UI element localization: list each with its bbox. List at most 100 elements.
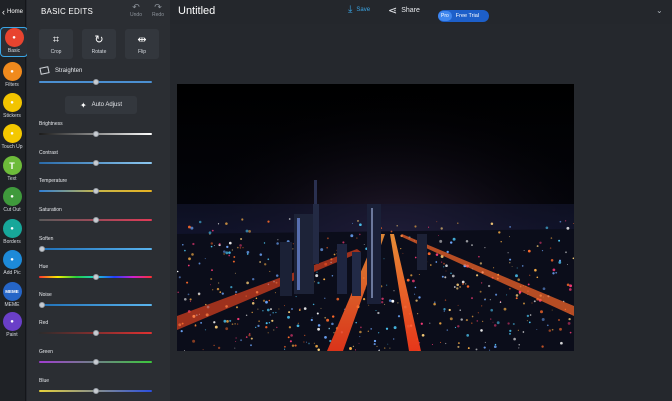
- contrast-label: Contrast: [39, 150, 58, 156]
- share-button[interactable]: ⋖ Share: [388, 4, 420, 17]
- blue-slider-thumb[interactable]: [92, 388, 99, 394]
- green-label: Green: [39, 349, 53, 355]
- flip-button[interactable]: ⇹ Flip: [125, 29, 159, 59]
- brightness-label: Brightness: [39, 121, 63, 127]
- add-photo-icon: ●: [2, 250, 22, 269]
- border-icon: ●: [2, 219, 22, 238]
- temperature-slider-track[interactable]: [39, 188, 152, 194]
- temperature-slider-thumb[interactable]: [92, 188, 99, 194]
- document-title[interactable]: Untitled: [178, 5, 215, 17]
- soften-slider-track[interactable]: [39, 246, 152, 252]
- city-night-photo[interactable]: [177, 84, 574, 351]
- noise-label: Noise: [39, 292, 52, 298]
- top-bar: Untitled ⤓ Save ⋖ Share Pro Free Trial ⌄: [170, 0, 672, 24]
- red-label: Red: [39, 320, 49, 326]
- sliders-icon: ●: [4, 28, 24, 47]
- cloud-icon: ●: [2, 93, 22, 112]
- straighten-slider-track[interactable]: [39, 79, 152, 85]
- rail-item-label: Text: [7, 176, 17, 182]
- pro-label: Pro: [438, 11, 452, 21]
- rail-item-label: Cut Out: [3, 207, 21, 213]
- green-slider-thumb[interactable]: [92, 359, 99, 365]
- soften-slider-thumb[interactable]: [39, 246, 46, 252]
- hue-slider-thumb[interactable]: [92, 274, 99, 280]
- rail-item-borders[interactable]: ● Borders: [0, 219, 24, 249]
- contrast-slider-thumb[interactable]: [92, 160, 99, 166]
- redo-icon: ↷: [154, 2, 162, 12]
- noise-slider-thumb[interactable]: [39, 302, 46, 308]
- rail-item-touch-up[interactable]: ● Touch Up: [0, 124, 24, 154]
- chevron-down-icon[interactable]: ⌄: [656, 6, 663, 15]
- rail-item-basic[interactable]: ● Basic: [0, 27, 28, 57]
- save-label: Save: [356, 6, 371, 13]
- crop-button[interactable]: ⌗ Crop: [39, 29, 73, 59]
- auto-adjust-button[interactable]: ✦ Auto Adjust: [65, 96, 137, 114]
- rail-item-label: Basic: [7, 48, 21, 54]
- auto-adjust-label: Auto Adjust: [91, 102, 123, 108]
- hue-label: Hue: [39, 264, 49, 270]
- crop-icon: ⌗: [52, 33, 60, 46]
- save-button[interactable]: ⤓ Save: [348, 4, 370, 15]
- soften-label: Soften: [39, 236, 54, 242]
- meme-icon: MEME: [2, 282, 22, 301]
- undo-button[interactable]: ↶ Undo: [125, 2, 147, 18]
- rail-item-paint[interactable]: ● Paint: [0, 312, 24, 342]
- undo-icon: ↶: [132, 2, 140, 12]
- rail-item-filters[interactable]: ● Filters: [0, 62, 24, 92]
- undo-label: Undo: [130, 12, 142, 18]
- blue-label: Blue: [39, 378, 50, 384]
- panel-title: BASIC EDITS: [41, 7, 93, 16]
- chevron-left-icon: ‹: [2, 6, 5, 17]
- red-slider-thumb[interactable]: [92, 330, 99, 336]
- noise-slider-track[interactable]: [39, 302, 152, 308]
- rail-item-label: Touch Up: [1, 144, 23, 150]
- home-label: Home: [7, 9, 24, 15]
- saturation-label: Saturation: [39, 207, 62, 213]
- rail-item-cut-out[interactable]: ● Cut Out: [0, 187, 24, 217]
- rail-item-text[interactable]: T Text: [0, 156, 24, 186]
- straighten-icon: [39, 66, 50, 75]
- share-icon: ⋖: [388, 5, 398, 17]
- flip-icon: ⇹: [137, 33, 147, 46]
- download-icon: ⤓: [348, 4, 353, 15]
- contrast-slider-track[interactable]: [39, 160, 152, 166]
- share-label: Share: [401, 7, 420, 14]
- rail-item-label: Borders: [3, 239, 21, 245]
- person-icon: ●: [2, 187, 22, 206]
- rail-item-label: Add Pic: [3, 270, 21, 276]
- canvas-workspace: [170, 24, 672, 401]
- free-trial-label: Free Trial: [455, 13, 480, 19]
- straighten-label: Straighten: [55, 67, 83, 74]
- free-trial-badge[interactable]: Pro Free Trial: [438, 10, 490, 22]
- brightness-slider-thumb[interactable]: [92, 131, 99, 137]
- straighten-slider-thumb[interactable]: [92, 79, 99, 85]
- brush-icon: ●: [2, 312, 22, 331]
- saturation-slider-thumb[interactable]: [92, 217, 99, 223]
- face-icon: ●: [2, 124, 22, 143]
- temperature-label: Temperature: [39, 178, 68, 184]
- blue-slider-track[interactable]: [39, 388, 152, 394]
- rail-item-label: Stickers: [3, 113, 21, 119]
- crop-label: Crop: [50, 48, 62, 55]
- rail-item-label: Paint: [6, 332, 18, 338]
- magic-wand-icon: ✦: [79, 100, 87, 110]
- rail-item-add-pic[interactable]: ● Add Pic: [0, 250, 24, 280]
- brightness-slider-track[interactable]: [39, 131, 152, 137]
- rail-item-label: MEME: [4, 302, 20, 308]
- rail-item-stickers[interactable]: ● Stickers: [0, 93, 24, 123]
- redo-button[interactable]: ↷ Redo: [147, 2, 169, 18]
- saturation-slider-track[interactable]: [39, 217, 152, 223]
- tool-rail: ‹ Home ● Basic ● Filters ● Stickers ● Touch Up T…: [0, 0, 28, 401]
- text-icon: T: [2, 156, 22, 175]
- rail-item-label: Filters: [5, 82, 19, 88]
- rail-item-meme[interactable]: MEME MEME: [0, 282, 24, 312]
- rotate-label: Rotate: [91, 48, 107, 55]
- rotate-button[interactable]: ↻ Rotate: [82, 29, 116, 59]
- wand-icon: ●: [2, 62, 22, 81]
- rotate-icon: ↻: [94, 33, 104, 46]
- hue-slider-track[interactable]: [39, 274, 152, 280]
- green-slider-track[interactable]: [39, 359, 152, 365]
- basic-edits-panel: BASIC EDITS ↶ Undo ↷ Redo ⌗ Crop ↻ Rotat…: [27, 0, 170, 401]
- straighten-control: Straighten: [39, 66, 83, 75]
- red-slider-track[interactable]: [39, 330, 152, 336]
